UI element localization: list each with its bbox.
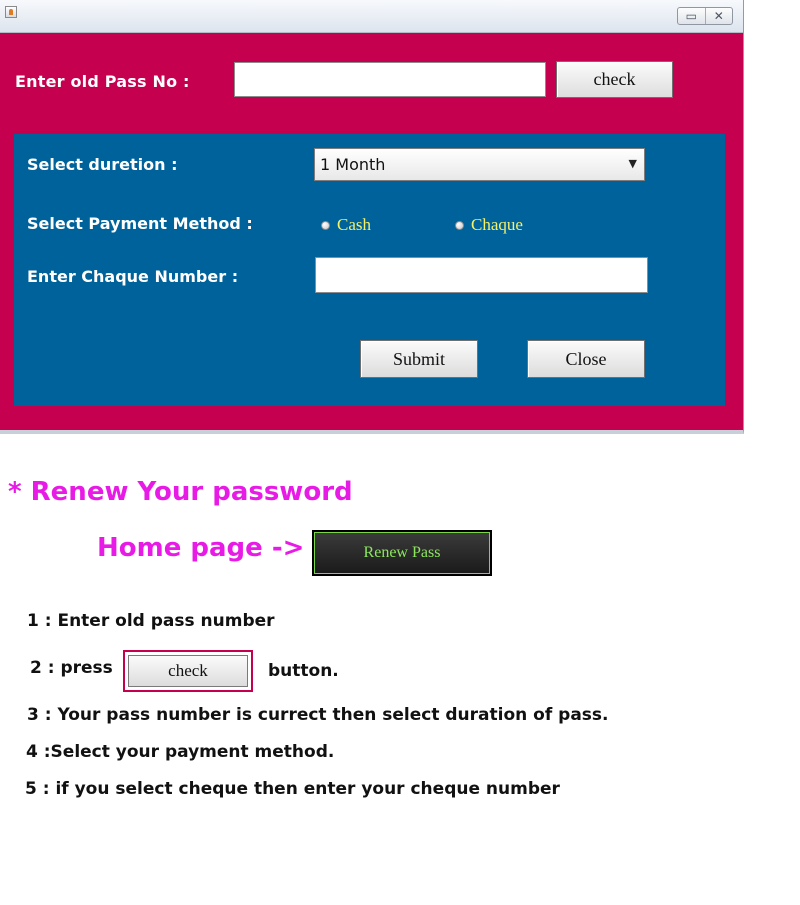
submit-button[interactable]: Submit	[360, 340, 478, 378]
title-bar[interactable]: ▭ ✕	[0, 0, 743, 33]
duration-selected-value: 1 Month	[320, 155, 386, 174]
renew-pass-window: ▭ ✕ Enter old Pass No : check Select dur…	[0, 0, 744, 434]
radio-cash[interactable]: Cash	[321, 215, 371, 235]
step-5: 5 : if you select cheque then enter your…	[25, 779, 560, 799]
duration-select[interactable]: 1 Month ▼	[314, 148, 645, 181]
radio-cheque-label: Chaque	[471, 215, 523, 234]
radio-cheque[interactable]: Chaque	[455, 215, 523, 235]
chevron-down-icon: ▼	[628, 157, 637, 170]
java-app-icon	[5, 6, 17, 18]
cheque-number-label: Enter Chaque Number :	[27, 267, 239, 286]
renew-pass-button-label: Renew Pass	[314, 532, 490, 574]
step-4: 4 :Select your payment method.	[26, 742, 335, 762]
window-controls: ▭ ✕	[677, 7, 733, 25]
sample-check-label: check	[128, 655, 248, 687]
radio-cash-label: Cash	[337, 215, 371, 234]
old-pass-label: Enter old Pass No :	[15, 72, 190, 91]
minimize-button[interactable]: ▭	[678, 8, 705, 24]
duration-label: Select duretion :	[27, 155, 178, 174]
old-pass-input[interactable]	[234, 62, 546, 97]
renew-pass-button[interactable]: Renew Pass	[312, 530, 492, 576]
step-2-prefix: 2 : press	[30, 658, 113, 678]
step-1: 1 : Enter old pass number	[27, 611, 275, 631]
radio-circle-icon	[321, 220, 330, 230]
sample-check-button: check	[123, 650, 253, 692]
step-3: 3 : Your pass number is currect then sel…	[27, 705, 609, 725]
renewal-panel: Select duretion : 1 Month ▼ Select Payme…	[14, 134, 725, 406]
close-button[interactable]: Close	[527, 340, 645, 378]
check-button[interactable]: check	[556, 61, 673, 98]
home-page-label: Home page ->	[97, 533, 305, 563]
instructions-heading: * Renew Your password	[8, 477, 353, 507]
step-2-suffix: button.	[268, 661, 339, 681]
radio-circle-icon	[455, 220, 464, 230]
close-window-button[interactable]: ✕	[704, 8, 733, 24]
payment-method-label: Select Payment Method :	[27, 214, 253, 233]
cheque-number-input[interactable]	[315, 257, 648, 293]
